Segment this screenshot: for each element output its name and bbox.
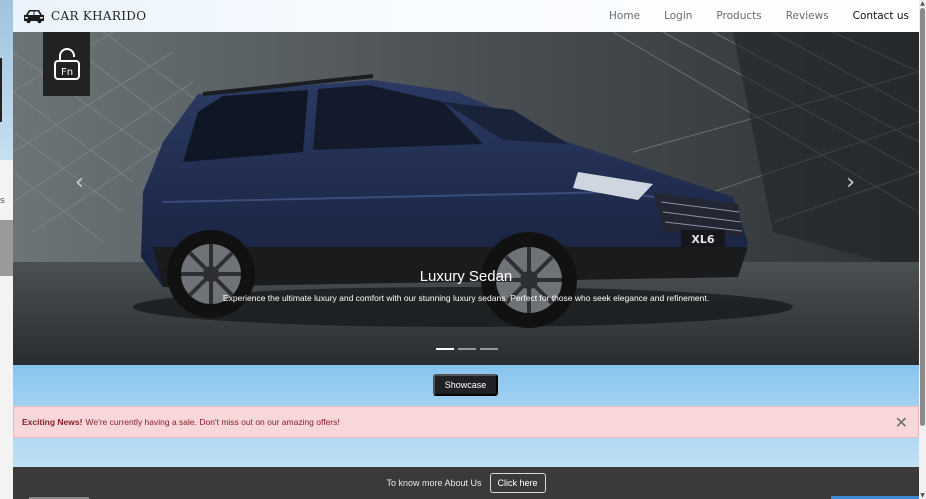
nav-links: Home Login Products Reviews Contact us xyxy=(609,10,909,22)
showcase-button[interactable]: Showcase xyxy=(433,374,498,396)
left-edge-text-fragment: s xyxy=(0,196,5,206)
nav-link-login[interactable]: Login xyxy=(664,10,692,22)
footer: To know more About Us Click here xyxy=(13,467,919,499)
vehicle-plate: XL6 xyxy=(691,233,714,246)
carousel-indicators xyxy=(436,348,498,350)
scroll-up-icon[interactable]: ▲ xyxy=(919,0,926,7)
footer-text: To know more About Us xyxy=(386,478,482,488)
car-icon xyxy=(23,8,45,24)
nav-link-home[interactable]: Home xyxy=(609,10,640,22)
showcase-section: Showcase Exciting News! We're currently … xyxy=(13,365,919,467)
nav-link-reviews[interactable]: Reviews xyxy=(786,10,829,22)
hero-carousel: XL6 Fn ‹ › Luxury Sedan Experience the u… xyxy=(13,32,919,365)
page-scrollbar[interactable]: ▲ ▼ xyxy=(919,0,926,499)
carousel-caption-text: Experience the ultimate luxury and comfo… xyxy=(222,293,710,303)
left-edge-dark-fragment xyxy=(0,58,2,122)
carousel-indicator-3[interactable] xyxy=(480,348,498,350)
nav-link-contact-us[interactable]: Contact us xyxy=(853,10,909,22)
brand[interactable]: CAR KHARIDO xyxy=(23,8,146,24)
alert-text: We're currently having a sale. Don't mis… xyxy=(85,417,340,427)
footer-click-here-button[interactable]: Click here xyxy=(489,473,546,493)
svg-text:Fn: Fn xyxy=(60,67,72,78)
scroll-down-icon[interactable]: ▼ xyxy=(919,492,926,499)
carousel-caption-title: Luxury Sedan xyxy=(419,268,513,285)
scrollbar-thumb[interactable] xyxy=(920,8,925,426)
nav-link-products[interactable]: Products xyxy=(716,10,761,22)
close-icon[interactable]: ✕ xyxy=(895,413,908,433)
carousel-indicator-2[interactable] xyxy=(458,348,476,350)
sale-alert: Exciting News! We're currently having a … xyxy=(13,406,919,438)
navbar: CAR KHARIDO Home Login Products Reviews … xyxy=(13,0,919,32)
left-edge-grey-fragment xyxy=(0,220,13,276)
chevron-left-icon[interactable]: ‹ xyxy=(75,170,84,195)
brand-name: CAR KHARIDO xyxy=(51,9,147,23)
alert-strong-text: Exciting News! xyxy=(22,417,83,427)
carousel-indicator-1[interactable] xyxy=(436,348,454,350)
carousel-slide-image: XL6 xyxy=(13,32,919,365)
chevron-right-icon[interactable]: › xyxy=(846,170,855,195)
fn-lock-icon[interactable]: Fn xyxy=(43,32,90,96)
left-edge-strip: s xyxy=(0,0,13,499)
